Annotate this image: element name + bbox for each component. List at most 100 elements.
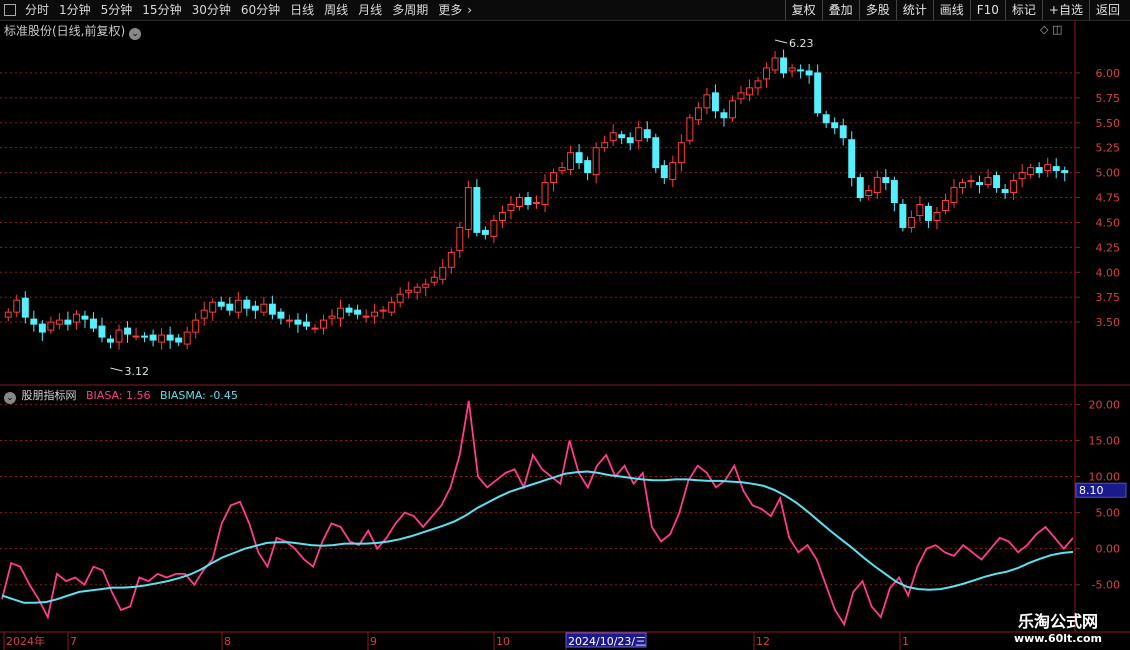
candle-body [592, 147, 600, 176]
candle-body [464, 187, 472, 230]
candle-body [362, 315, 370, 318]
candle-body [166, 334, 174, 341]
low-price-label: 3.12 [125, 365, 150, 378]
candle-body [439, 266, 447, 280]
action-button-5[interactable]: F10 [969, 0, 1005, 20]
window-icon[interactable]: ◫ [1052, 23, 1062, 36]
candle-body [848, 139, 856, 179]
candle-body [260, 303, 268, 313]
period-tab-5[interactable]: 60分钟 [236, 0, 285, 20]
toolbar-checkbox[interactable] [4, 4, 16, 16]
candle-body [209, 301, 217, 313]
candle-body [124, 327, 132, 335]
action-button-1[interactable]: 叠加 [821, 0, 859, 20]
candle-body [1027, 167, 1035, 176]
candle-body [763, 67, 771, 80]
period-tab-10[interactable]: 更多 [433, 0, 467, 20]
chevron-right-icon[interactable]: › [467, 0, 472, 20]
candle-body [677, 142, 685, 164]
candle-body [294, 319, 302, 325]
x-axis-label: 8 [224, 635, 231, 648]
candle-body [959, 182, 966, 189]
candle-body [354, 309, 362, 315]
candle-body [728, 100, 736, 119]
candle-body [388, 301, 396, 313]
x-axis-label: 1 [902, 635, 909, 648]
candle-body [4, 311, 12, 318]
action-button-2[interactable]: 多股 [858, 0, 896, 20]
main-chart-title: 标准股份(日线,前复权) ⌄ [4, 22, 142, 40]
price-tick-label: 5.00 [1096, 167, 1121, 180]
candle-body [814, 72, 822, 114]
candle-body [285, 319, 293, 322]
action-button-6[interactable]: 标记 [1004, 0, 1042, 20]
candle-body [47, 321, 55, 331]
price-tick-label: 4.75 [1096, 192, 1121, 205]
period-tab-6[interactable]: 日线 [285, 0, 319, 20]
candle-body [711, 92, 719, 112]
price-tick-label: 4.25 [1096, 241, 1121, 254]
candle-body [907, 216, 915, 228]
candle-body [268, 303, 276, 315]
candle-body [89, 318, 97, 329]
action-button-8[interactable]: 返回 [1088, 0, 1126, 20]
candle-body [1061, 170, 1069, 174]
candle-body [13, 299, 21, 313]
action-button-3[interactable]: 统计 [895, 0, 933, 20]
candle-body [234, 299, 242, 313]
candle-body [515, 197, 523, 207]
candle-body [797, 69, 805, 72]
candle-body [21, 297, 29, 318]
action-button-7[interactable]: +自选 [1041, 0, 1089, 20]
price-tick-label: 5.50 [1096, 117, 1121, 130]
title-dropdown-icon[interactable]: ⌄ [129, 28, 142, 40]
candle-body [550, 172, 558, 184]
candle-body [481, 229, 489, 235]
period-tab-4[interactable]: 30分钟 [187, 0, 236, 20]
candle-body [567, 152, 575, 171]
value-badge-text: 8.10 [1079, 484, 1104, 497]
period-tab-3[interactable]: 15分钟 [137, 0, 186, 20]
diamond-icon[interactable]: ◇ [1040, 23, 1048, 36]
candle-body [149, 334, 157, 341]
candle-body [533, 202, 540, 205]
candle-body [609, 132, 617, 142]
candle-body [64, 319, 72, 325]
price-tick-label: 3.75 [1096, 291, 1121, 304]
period-tab-7[interactable]: 周线 [319, 0, 353, 20]
candle-body [933, 211, 941, 221]
candle-body [81, 315, 89, 320]
action-button-0[interactable]: 复权 [784, 0, 822, 20]
period-tab-1[interactable]: 1分钟 [54, 0, 96, 20]
candle-body [1044, 164, 1052, 172]
candle-body [967, 180, 975, 183]
candle-body [328, 315, 336, 319]
candle-body [456, 226, 464, 251]
watermark-url: www.60lt.com [1013, 632, 1103, 645]
indicator-dropdown-icon[interactable]: ⌄ [4, 392, 16, 404]
candle-body [916, 204, 924, 216]
chart-corner-icons: ◇ ◫ [1040, 23, 1062, 36]
candle-body [643, 129, 651, 139]
indicator-name: 股朋指标网 [21, 389, 77, 402]
period-tab-9[interactable]: 多周期 [387, 0, 433, 20]
watermark: 乐淘公式网 www.60lt.com [992, 608, 1124, 645]
period-tab-0[interactable]: 分时 [20, 0, 54, 20]
period-tab-8[interactable]: 月线 [353, 0, 387, 20]
candle-body [422, 283, 430, 288]
period-tab-2[interactable]: 5分钟 [96, 0, 138, 20]
action-button-4[interactable]: 画线 [932, 0, 970, 20]
candles [4, 49, 1069, 350]
candle-body [601, 142, 609, 149]
candle-body [924, 205, 932, 221]
candle-body [1035, 167, 1043, 174]
candle-body [132, 335, 140, 338]
candle-body [626, 137, 634, 144]
candle-body [277, 311, 285, 319]
candle-body [430, 276, 438, 283]
stock-chart[interactable]: 3.50 3.75 4.00 4.25 4.50 4.75 5.00 5.25 5.50 5.75… [0, 20, 1130, 650]
candle-body [98, 325, 106, 338]
watermark-title: 乐淘公式网 [1017, 612, 1098, 631]
x-axis-label: 9 [370, 635, 377, 648]
price-tick-label: 5.25 [1096, 142, 1121, 155]
